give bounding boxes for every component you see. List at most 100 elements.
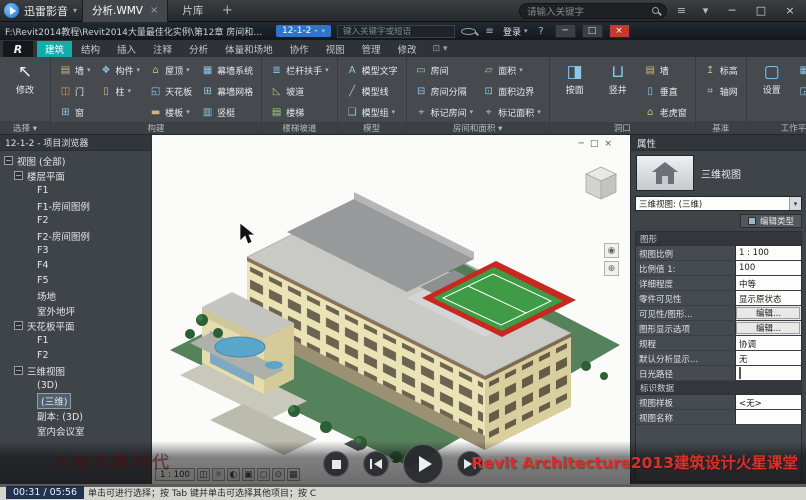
chevron-down-icon[interactable]: ▾ [696, 4, 715, 17]
ribbon-panel-label[interactable]: 构建 [51, 122, 261, 134]
signin-button[interactable]: 登录 ▾ [503, 25, 528, 38]
property-edit-button[interactable]: 编辑... [735, 321, 801, 335]
chevron-down-icon[interactable]: ▾ [73, 6, 77, 15]
ribbon-tool[interactable]: ⊟房间分隔 [413, 81, 476, 101]
search-icon[interactable] [461, 28, 476, 35]
tree-item[interactable]: −三维视图 [0, 363, 151, 378]
revit-close-button[interactable]: × [609, 24, 630, 38]
revit-minimize-button[interactable]: ─ [555, 24, 576, 38]
menu-icon[interactable]: ≡ [482, 26, 497, 37]
property-section-header[interactable]: 图形 [636, 232, 801, 246]
properties-header[interactable]: 属性 [631, 135, 806, 151]
tree-item[interactable]: F2 [0, 348, 151, 363]
tree-item[interactable]: F2 [0, 213, 151, 228]
player-search-input[interactable]: 请输入关键字 [519, 3, 667, 19]
revit-document-chip[interactable]: 12-1-2 - ▾ [276, 25, 331, 37]
tree-expander-icon[interactable]: − [4, 156, 13, 165]
ribbon-tool[interactable]: ▤墙▾ [57, 60, 93, 80]
ribbon-panel-label[interactable]: 工作平面 [747, 121, 806, 134]
tree-item[interactable]: −天花板平面 [0, 318, 151, 333]
ribbon-tool[interactable]: ▱面积▾ [480, 60, 543, 80]
ribbon-panel-label[interactable]: 选择 ▾ [0, 121, 50, 134]
ribbon-tab[interactable]: 视图 [318, 41, 353, 57]
drawing-area[interactable]: ─ □ × ◉ ⊕ 1 : 100 ◫☼◐▣◻⊙▦ [152, 135, 630, 484]
ribbon-tab[interactable]: 分析 [181, 41, 216, 57]
tree-item[interactable]: F1 [0, 333, 151, 348]
ribbon-tool[interactable]: ▭房间 [413, 60, 476, 80]
property-value[interactable]: <无> [735, 395, 801, 409]
ribbon-tool[interactable]: ◫门 [57, 81, 93, 101]
tree-expander-icon[interactable]: − [14, 366, 23, 375]
ribbon-tool[interactable]: ▦幕墙系统 [199, 60, 255, 80]
ribbon-panel-label[interactable]: 房间和面积 ▾ [407, 122, 549, 134]
ribbon-tool[interactable]: ◨按面 [556, 60, 594, 96]
ribbon-tool[interactable]: ⊡面积边界 [480, 81, 543, 101]
property-value[interactable]: 无 [735, 351, 801, 365]
maximize-button[interactable]: □ [749, 0, 773, 22]
project-browser-header[interactable]: 12-1-2 - 项目浏览器 [0, 135, 151, 151]
tree-item[interactable]: F5 [0, 273, 151, 288]
tree-item[interactable]: (3D) [0, 378, 151, 393]
ribbon-toggle-icon[interactable]: ⊡ ▾ [433, 44, 448, 54]
ribbon-tool[interactable]: ≣栏杆扶手▾ [268, 60, 331, 80]
steering-wheel-icon[interactable]: ◉ [604, 243, 619, 258]
property-value[interactable]: 100 [735, 261, 801, 275]
ribbon-tab[interactable]: 修改 [390, 41, 425, 57]
ribbon-tool[interactable]: ❖构件▾ [98, 60, 143, 80]
tree-item[interactable]: (三维) [0, 393, 151, 408]
property-section-header[interactable]: 标识数据 [636, 381, 801, 395]
ribbon-tab[interactable]: 注释 [145, 41, 180, 57]
ribbon-tab[interactable]: 管理 [354, 41, 389, 57]
ribbon-tab[interactable]: 协作 [282, 41, 317, 57]
ribbon-tool[interactable]: ⌂老虎窗 [642, 102, 689, 122]
tree-expander-icon[interactable]: − [14, 171, 23, 180]
ribbon-tool[interactable]: ▬楼板▾ [147, 102, 194, 122]
ribbon-tool[interactable]: A模型文字 [344, 60, 400, 80]
tree-expander-icon[interactable]: − [14, 321, 23, 330]
ribbon-tool[interactable]: ▦显示 [796, 60, 806, 80]
ribbon-tool[interactable]: ▥竖梃 [199, 102, 255, 122]
ribbon-tool[interactable]: ▯垂直 [642, 81, 689, 101]
property-value[interactable]: 中等 [735, 276, 801, 290]
checkbox[interactable] [739, 367, 741, 379]
ribbon-tool[interactable]: ▤墙 [642, 60, 689, 80]
ribbon-tool[interactable]: ⌗轴网 [702, 81, 740, 101]
new-tab-button[interactable]: + [217, 3, 237, 18]
property-value[interactable] [735, 410, 801, 424]
view-minimize-icon[interactable]: ─ [579, 139, 584, 149]
tree-item[interactable]: F1-房间图例 [0, 198, 151, 213]
infocenter-search-input[interactable]: 键入关键字或短语 [337, 25, 455, 38]
tree-item[interactable]: −楼层平面 [0, 168, 151, 183]
view-close-icon[interactable]: × [604, 139, 612, 149]
ribbon-tool[interactable]: ▢设置 [753, 60, 791, 96]
property-value[interactable]: 协调 [735, 336, 801, 350]
ribbon-panel-label[interactable]: 洞口 [550, 122, 695, 134]
tree-item[interactable]: 室外地坪 [0, 303, 151, 318]
zoom-icon[interactable]: ⊕ [604, 261, 619, 276]
property-value[interactable]: 1 : 100 [735, 246, 801, 260]
ribbon-tool[interactable]: ⊔竖井 [599, 60, 637, 96]
tree-item[interactable]: F4 [0, 258, 151, 273]
ribbon-tab[interactable]: 建筑 [37, 41, 72, 57]
application-menu-button[interactable]: R [3, 41, 33, 57]
ribbon-tool[interactable]: ❏模型组▾ [344, 102, 400, 122]
ribbon-tool[interactable]: ▤楼梯 [268, 102, 331, 122]
ribbon-tool[interactable]: ⌂屋顶▾ [147, 60, 194, 80]
help-icon[interactable]: ? [534, 26, 549, 37]
ribbon-tool[interactable]: ⌖标记面积▾ [480, 102, 543, 122]
ribbon-tool[interactable]: ⌖标记房间▾ [413, 102, 476, 122]
ribbon-tool[interactable]: ╱模型线 [344, 81, 400, 101]
play-button[interactable] [403, 444, 443, 484]
3d-view-canvas[interactable] [152, 135, 630, 484]
property-edit-button[interactable]: 编辑... [735, 306, 801, 320]
ribbon-tab[interactable]: 体量和场地 [217, 41, 281, 57]
tree-item[interactable]: F3 [0, 243, 151, 258]
ribbon-tool[interactable]: ◺坡道 [268, 81, 331, 101]
ribbon-panel-label[interactable]: 楼梯坡道 [262, 122, 337, 134]
tree-item[interactable]: 场地 [0, 288, 151, 303]
tree-item[interactable]: 副本: (3D) [0, 408, 151, 423]
view-restore-icon[interactable]: □ [590, 139, 599, 149]
ribbon-tab[interactable]: 插入 [109, 41, 144, 57]
ribbon-tool[interactable]: ⊞窗 [57, 102, 93, 122]
property-value[interactable] [735, 366, 801, 380]
